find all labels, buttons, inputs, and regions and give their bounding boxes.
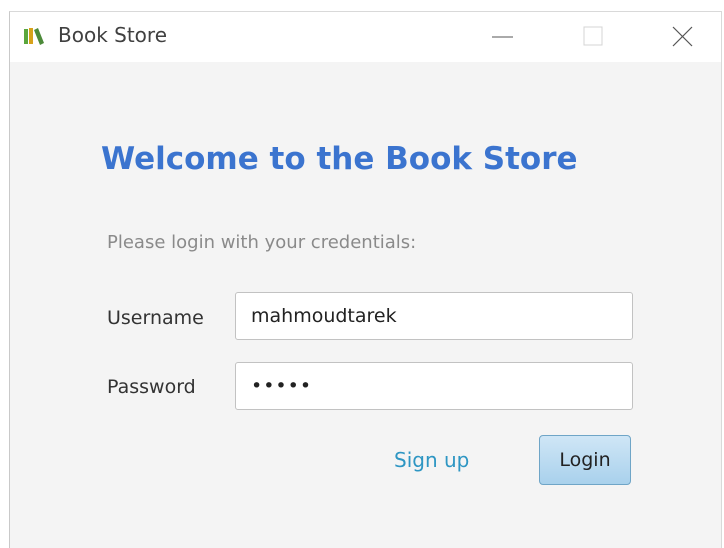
username-field[interactable] (235, 292, 633, 340)
welcome-heading: Welcome to the Book Store (101, 141, 578, 177)
sign-up-link[interactable]: Sign up (394, 448, 469, 472)
window-title: Book Store (58, 23, 167, 47)
close-icon (672, 26, 693, 47)
maximize-button[interactable] (570, 12, 616, 62)
minimize-icon (492, 36, 513, 38)
books-icon (23, 26, 45, 46)
maximize-icon (583, 26, 603, 46)
close-button[interactable] (660, 12, 706, 62)
login-button[interactable]: Login (539, 435, 631, 485)
minimize-button[interactable] (480, 12, 526, 62)
password-field[interactable] (235, 362, 633, 410)
title-bar[interactable]: Book Store (10, 12, 721, 62)
username-label: Username (107, 307, 204, 329)
login-window: Book Store Welcome to the Book Store Ple… (9, 11, 722, 548)
password-label: Password (107, 376, 196, 398)
login-instructions: Please login with your credentials: (107, 232, 417, 253)
